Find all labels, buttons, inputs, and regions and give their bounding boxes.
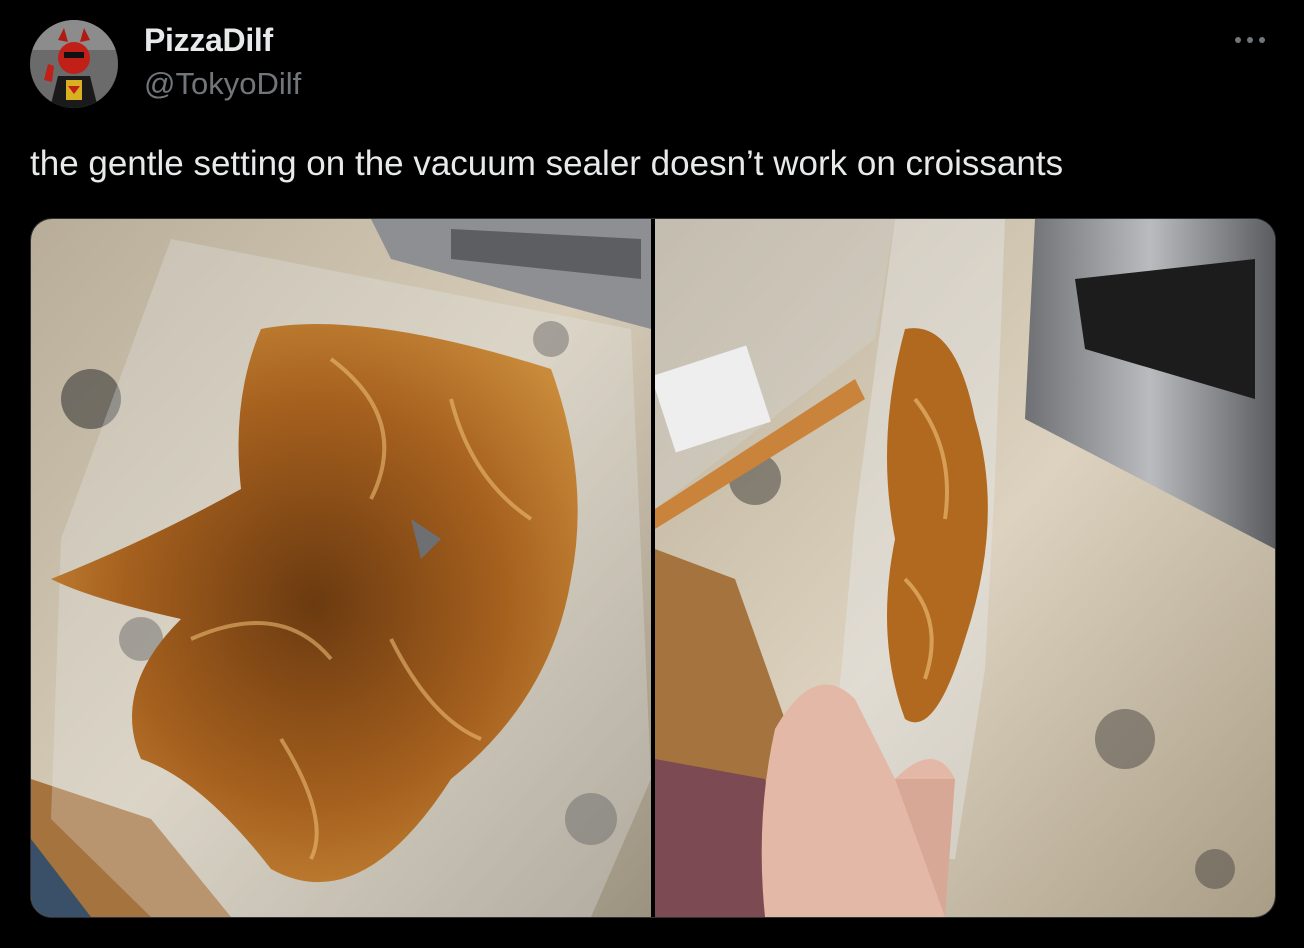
more-options-button[interactable] bbox=[1226, 26, 1274, 54]
photo-2-image bbox=[655, 219, 1275, 917]
avatar[interactable] bbox=[30, 20, 118, 108]
media-photo-2[interactable] bbox=[655, 219, 1275, 917]
more-horizontal-icon bbox=[1235, 37, 1265, 43]
media-photo-1[interactable] bbox=[31, 219, 651, 917]
author-name[interactable]: PizzaDilf bbox=[144, 22, 273, 59]
avatar-image bbox=[30, 20, 118, 108]
media-grid bbox=[30, 218, 1276, 918]
author-handle[interactable]: @TokyoDilf bbox=[144, 66, 301, 102]
tweet-text: the gentle setting on the vacuum sealer … bbox=[30, 144, 1064, 183]
photo-1-image bbox=[31, 219, 651, 917]
